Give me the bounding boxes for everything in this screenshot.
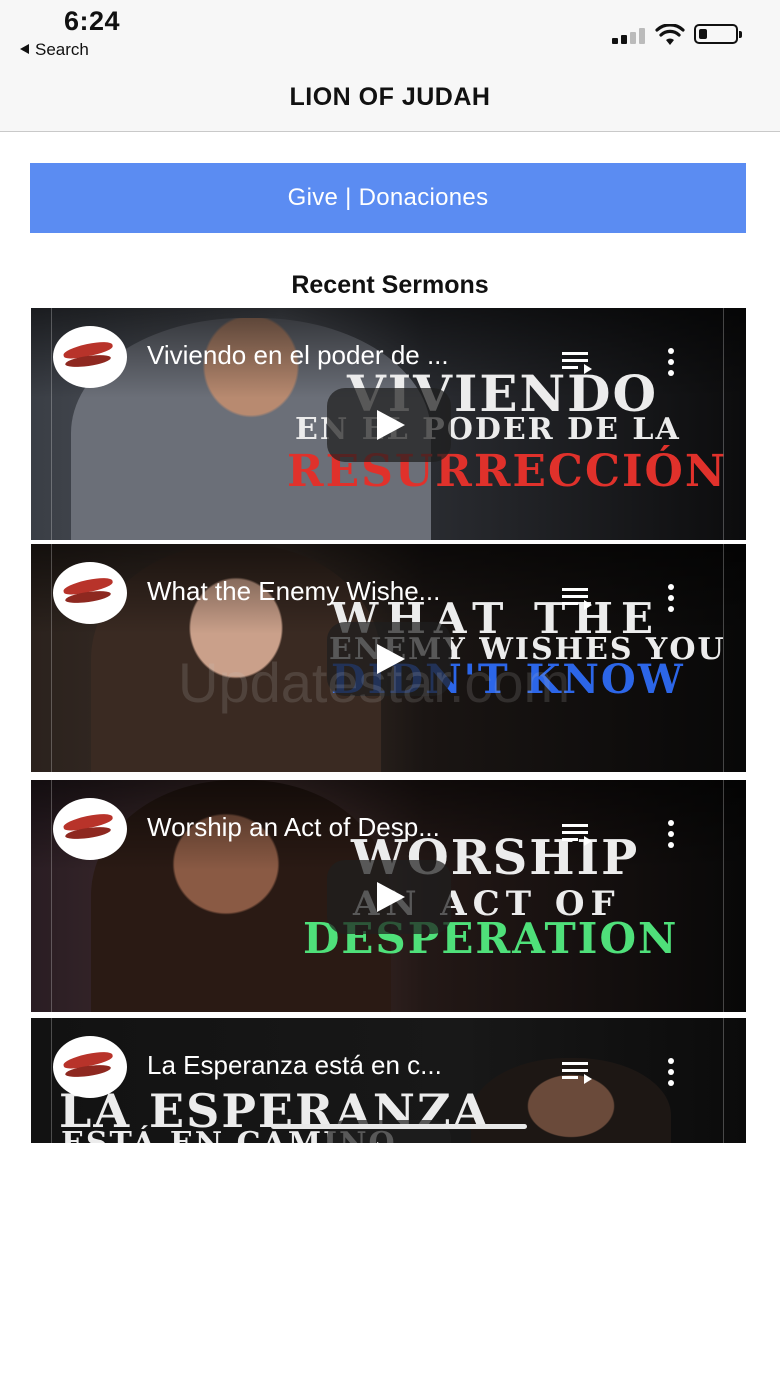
play-icon [377,410,405,440]
recent-sermons-heading: Recent Sermons [291,271,489,299]
cellular-signal-icon [612,28,648,44]
sermon-video-4[interactable]: LA ESPERANZA ESTÁ EN CAMINO La Esperanza… [31,1018,746,1143]
sermon-video-3[interactable]: WORSHIP AN ACT OF DESPERATION Worship an… [31,780,746,1012]
watermark-text: Updatestar.com [178,651,571,714]
status-time: 6:24 [64,6,121,36]
more-vertical-icon[interactable] [667,820,675,850]
video-title[interactable]: What the Enemy Wishe... [147,576,567,607]
video-title[interactable]: La Esperanza está en c... [147,1050,567,1081]
status-bar: 6:24 Search [0,0,780,66]
scroll-indicator [271,1124,527,1129]
add-to-queue-icon[interactable] [562,350,592,374]
eagle-logo-icon[interactable] [53,326,127,388]
add-to-queue-icon[interactable] [562,1060,592,1084]
navigation-bar: LION OF JUDAH [0,66,780,132]
wifi-icon [655,24,685,45]
sermon-video-1[interactable]: VIVIENDO EN EL PODER DE LA RESURRECCIÓN … [31,308,746,540]
battery-icon [694,24,742,44]
play-icon [377,1142,405,1143]
add-to-queue-icon[interactable] [562,822,592,846]
eagle-logo-icon[interactable] [53,1036,127,1098]
video-title[interactable]: Viviendo en el poder de ... [147,340,567,371]
back-arrow-icon [20,44,29,54]
give-donate-button[interactable]: Give | Donaciones [30,163,746,233]
eagle-logo-icon[interactable] [53,562,127,624]
play-button[interactable] [327,860,451,934]
more-vertical-icon[interactable] [667,1058,675,1088]
play-icon [377,882,405,912]
video-title[interactable]: Worship an Act of Desp... [147,812,567,843]
more-vertical-icon[interactable] [667,348,675,378]
back-to-search-link[interactable]: Search [20,40,89,60]
more-vertical-icon[interactable] [667,584,675,614]
page-title: LION OF JUDAH [289,83,491,111]
play-button[interactable] [327,388,451,462]
back-label: Search [35,40,89,59]
eagle-logo-icon[interactable] [53,798,127,860]
add-to-queue-icon[interactable] [562,586,592,610]
